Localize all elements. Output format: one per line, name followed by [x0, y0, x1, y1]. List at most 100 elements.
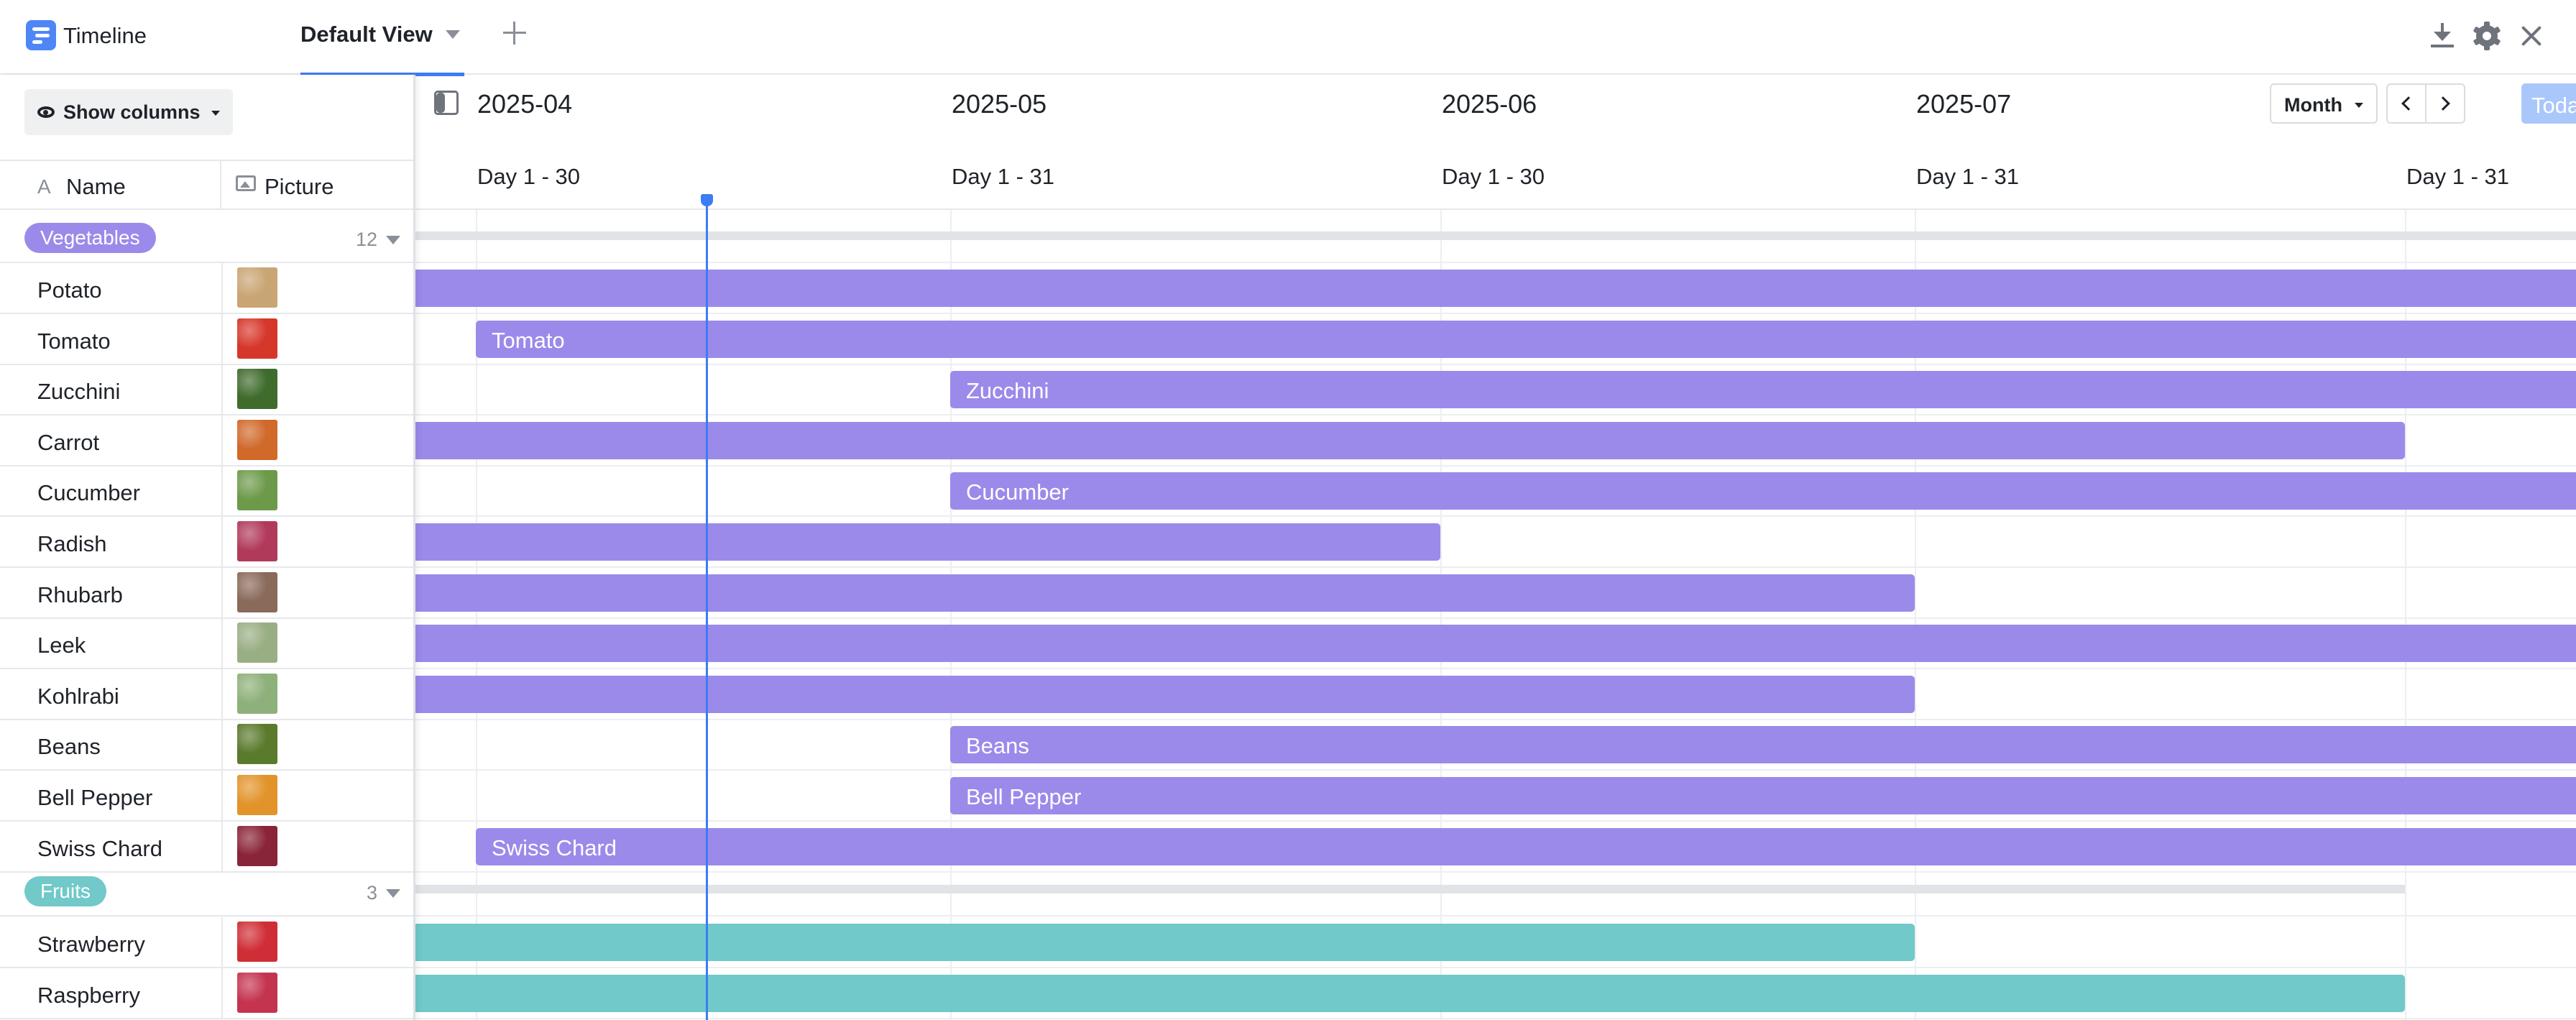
group-header-row[interactable]: Vegetables 12: [0, 214, 413, 263]
timeline-logo-icon: [26, 20, 56, 50]
picture-thumbnail[interactable]: [237, 673, 277, 714]
timeline-bar[interactable]: [415, 574, 1915, 612]
day-range-label: Day 1 - 31: [1916, 164, 2020, 189]
previous-button[interactable]: [2386, 83, 2426, 124]
timeline-bar[interactable]: Zucchini: [950, 371, 2576, 409]
record-row[interactable]: Raspberry: [0, 968, 413, 1019]
timeline-bar[interactable]: Tomato: [476, 320, 2576, 358]
close-icon[interactable]: [2517, 22, 2546, 50]
record-row[interactable]: Zucchini: [0, 364, 413, 416]
timeline-bar[interactable]: [415, 270, 2576, 307]
record-name: Rhubarb: [37, 582, 123, 607]
text-field-icon: A: [37, 175, 51, 198]
picture-thumbnail[interactable]: [237, 470, 277, 511]
cell-divider: [221, 466, 223, 516]
timeline-bar[interactable]: [415, 625, 2576, 663]
show-columns-label: Show columns: [63, 101, 201, 123]
record-name: Beans: [37, 734, 101, 760]
bar-label: Swiss Chard: [492, 835, 617, 860]
scale-select[interactable]: Month: [2270, 83, 2378, 124]
timeline-bar[interactable]: Cucumber: [950, 472, 2576, 510]
record-name: Kohlrabi: [37, 683, 119, 709]
record-row[interactable]: Radish: [0, 517, 413, 568]
group-header-row[interactable]: Fruits 3: [0, 868, 413, 916]
timeline-bar[interactable]: [415, 974, 2405, 1012]
column-header-name[interactable]: A Name: [0, 161, 221, 208]
timeline-area: 2025-04 Day 1 - 30 2025-05 Day 1 - 31 2025-0…: [415, 75, 2576, 1020]
row-divider: [415, 515, 2576, 518]
picture-thumbnail[interactable]: [237, 267, 277, 308]
gear-icon[interactable]: [2472, 22, 2501, 50]
record-row[interactable]: Strawberry: [0, 917, 413, 968]
timeline-bar[interactable]: Bell Pepper: [950, 777, 2576, 814]
picture-thumbnail[interactable]: [237, 521, 277, 561]
row-divider: [415, 1017, 2576, 1019]
picture-thumbnail[interactable]: [237, 622, 277, 663]
timeline-bar[interactable]: [415, 924, 1915, 961]
month-label: 2025-06: [1442, 89, 1537, 119]
record-row[interactable]: Bell Pepper: [0, 771, 413, 822]
month-label: 2025-07: [1916, 89, 2012, 119]
record-name: Tomato: [37, 328, 111, 354]
record-row[interactable]: Rhubarb: [0, 567, 413, 619]
row-divider: [415, 718, 2576, 720]
column-header-row: A Name Picture: [0, 160, 413, 210]
picture-thumbnail[interactable]: [237, 972, 277, 1013]
timeline-bar[interactable]: Beans: [950, 726, 2576, 764]
record-row[interactable]: Leek: [0, 618, 413, 670]
timeline-bar[interactable]: Swiss Chard: [476, 827, 2576, 865]
download-icon[interactable]: [2428, 22, 2457, 50]
picture-thumbnail[interactable]: [237, 369, 277, 410]
row-divider: [415, 414, 2576, 416]
bar-label: Zucchini: [966, 378, 1049, 404]
cell-divider: [221, 415, 223, 465]
picture-thumbnail[interactable]: [237, 922, 277, 962]
cell-divider: [221, 668, 223, 719]
record-row[interactable]: Cucumber: [0, 466, 413, 518]
bar-label: Beans: [966, 733, 1029, 759]
tab-default-view[interactable]: Default View: [300, 20, 464, 76]
record-name: Strawberry: [37, 932, 145, 957]
column-header-picture[interactable]: Picture: [221, 161, 413, 208]
collapse-group-icon[interactable]: [386, 889, 400, 898]
tab-label: Default View: [300, 22, 433, 47]
record-row[interactable]: Swiss Chard: [0, 821, 413, 873]
picture-thumbnail[interactable]: [237, 571, 277, 612]
timeline-bar[interactable]: [415, 523, 1440, 561]
cell-divider: [221, 771, 223, 820]
add-view-button[interactable]: [502, 20, 528, 46]
timeline-bar[interactable]: [415, 421, 2405, 459]
day-range-label: Day 1 - 30: [1442, 164, 1545, 189]
row-divider: [415, 363, 2576, 365]
record-name: Bell Pepper: [37, 785, 153, 810]
show-columns-button[interactable]: Show columns: [24, 89, 233, 135]
collapse-sidebar-icon[interactable]: [434, 91, 459, 115]
record-row[interactable]: Kohlrabi: [0, 668, 413, 720]
group-span-line: [415, 231, 2576, 240]
record-row[interactable]: Carrot: [0, 415, 413, 467]
record-name: Leek: [37, 633, 86, 658]
bar-label: Cucumber: [966, 479, 1069, 505]
row-divider: [415, 262, 2576, 263]
chevron-down-icon[interactable]: [446, 30, 460, 39]
record-row[interactable]: Tomato: [0, 313, 413, 365]
record-row[interactable]: Beans: [0, 720, 413, 771]
row-divider: [415, 566, 2576, 568]
collapse-group-icon[interactable]: [386, 236, 400, 244]
picture-thumbnail[interactable]: [237, 419, 277, 460]
timeline-bar[interactable]: [415, 675, 1915, 713]
picture-thumbnail[interactable]: [237, 825, 277, 866]
picture-thumbnail[interactable]: [237, 724, 277, 765]
cell-divider: [221, 618, 223, 668]
eye-icon: [37, 106, 55, 118]
picture-thumbnail[interactable]: [237, 318, 277, 359]
bar-label: Tomato: [492, 327, 565, 353]
picture-thumbnail[interactable]: [237, 775, 277, 815]
record-row[interactable]: Potato: [0, 263, 413, 314]
group-badge: Vegetables: [24, 223, 156, 253]
row-divider: [415, 668, 2576, 670]
today-button[interactable]: Today: [2521, 83, 2576, 124]
row-divider: [415, 313, 2576, 314]
bar-label: Bell Pepper: [966, 784, 1082, 809]
next-button[interactable]: [2425, 83, 2465, 124]
